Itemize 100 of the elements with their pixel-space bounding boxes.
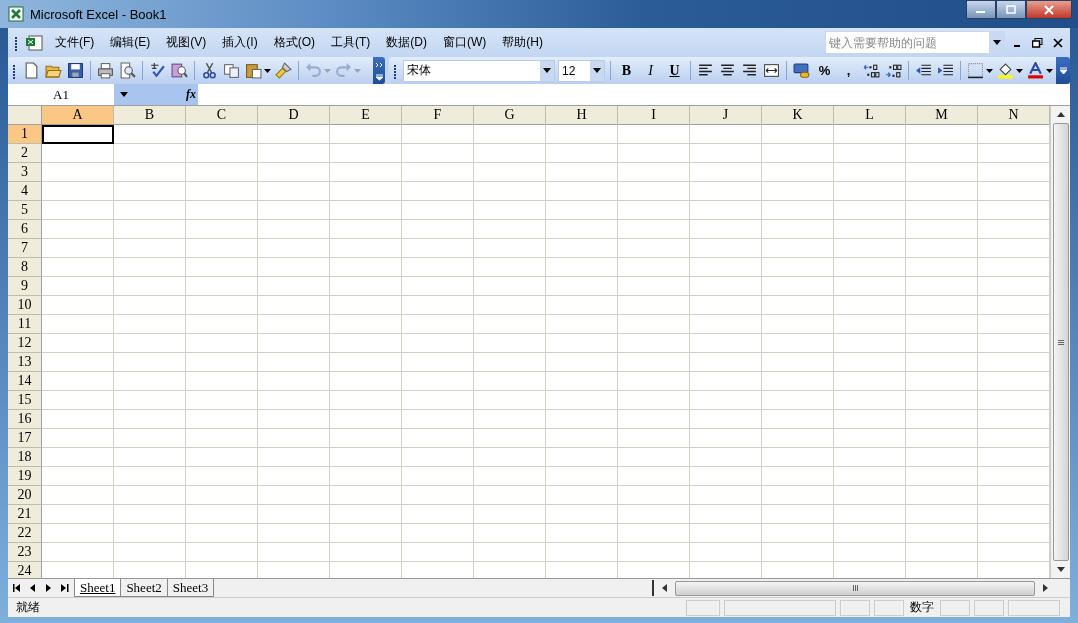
table-cell[interactable] (546, 125, 618, 144)
row-header[interactable]: 10 (8, 296, 42, 315)
table-cell[interactable] (474, 334, 546, 353)
table-cell[interactable] (762, 391, 834, 410)
scroll-thumb[interactable] (1052, 123, 1069, 561)
table-cell[interactable] (474, 429, 546, 448)
table-cell[interactable] (402, 429, 474, 448)
table-cell[interactable] (258, 201, 330, 220)
table-cell[interactable] (762, 258, 834, 277)
table-cell[interactable] (762, 410, 834, 429)
table-cell[interactable] (762, 543, 834, 562)
scissors-icon[interactable] (200, 61, 219, 80)
table-cell[interactable] (834, 163, 906, 182)
font-color-icon[interactable] (1026, 61, 1045, 80)
table-cell[interactable] (690, 372, 762, 391)
table-cell[interactable] (762, 201, 834, 220)
table-cell[interactable] (330, 182, 402, 201)
sheet-tab[interactable]: Sheet3 (166, 579, 215, 597)
table-cell[interactable] (618, 467, 690, 486)
table-cell[interactable] (42, 467, 114, 486)
table-cell[interactable] (186, 201, 258, 220)
paste-icon[interactable] (244, 61, 263, 80)
table-cell[interactable] (762, 125, 834, 144)
table-cell[interactable] (906, 505, 978, 524)
table-cell[interactable] (618, 182, 690, 201)
table-cell[interactable] (690, 201, 762, 220)
table-cell[interactable] (618, 543, 690, 562)
table-cell[interactable] (762, 144, 834, 163)
table-cell[interactable] (186, 258, 258, 277)
table-cell[interactable] (834, 144, 906, 163)
table-cell[interactable] (834, 410, 906, 429)
table-cell[interactable] (762, 505, 834, 524)
table-cell[interactable] (402, 467, 474, 486)
table-cell[interactable] (618, 315, 690, 334)
row-header[interactable]: 16 (8, 410, 42, 429)
table-cell[interactable] (546, 353, 618, 372)
table-cell[interactable] (330, 429, 402, 448)
table-cell[interactable] (258, 372, 330, 391)
table-cell[interactable] (690, 239, 762, 258)
table-cell[interactable] (114, 467, 186, 486)
maximize-button[interactable] (996, 0, 1026, 19)
table-cell[interactable] (546, 524, 618, 543)
table-cell[interactable] (834, 239, 906, 258)
row-header[interactable]: 11 (8, 315, 42, 334)
table-cell[interactable] (114, 543, 186, 562)
table-cell[interactable] (258, 353, 330, 372)
table-cell[interactable] (690, 467, 762, 486)
currency-icon[interactable] (792, 61, 811, 80)
column-header[interactable]: E (330, 106, 402, 125)
restore-icon[interactable] (1032, 37, 1043, 48)
table-cell[interactable] (186, 372, 258, 391)
paintbrush-icon[interactable] (274, 61, 293, 80)
table-cell[interactable] (762, 277, 834, 296)
number-format-button[interactable]: % (814, 60, 835, 81)
merge-center-icon[interactable] (762, 61, 781, 80)
row-header[interactable]: 15 (8, 391, 42, 410)
table-cell[interactable] (906, 144, 978, 163)
table-cell[interactable] (906, 372, 978, 391)
table-cell[interactable] (42, 144, 114, 163)
menu-item[interactable]: 数据(D) (380, 32, 433, 53)
help-search-field[interactable]: 键入需要帮助的问题 (825, 31, 989, 54)
table-cell[interactable] (258, 258, 330, 277)
table-cell[interactable] (186, 429, 258, 448)
table-cell[interactable] (474, 315, 546, 334)
table-cell[interactable] (906, 524, 978, 543)
table-cell[interactable] (114, 163, 186, 182)
down-arrow-icon[interactable] (1056, 567, 1065, 572)
table-cell[interactable] (330, 277, 402, 296)
table-cell[interactable] (906, 163, 978, 182)
toolbar-options-button[interactable] (373, 57, 385, 84)
table-cell[interactable] (762, 334, 834, 353)
table-cell[interactable] (330, 125, 402, 144)
table-cell[interactable] (546, 144, 618, 163)
next-sheet-icon[interactable] (45, 584, 52, 592)
menu-item[interactable]: 窗口(W) (437, 32, 493, 53)
table-cell[interactable] (906, 258, 978, 277)
table-cell[interactable] (546, 429, 618, 448)
row-header[interactable]: 4 (8, 182, 42, 201)
table-cell[interactable] (546, 391, 618, 410)
table-cell[interactable] (114, 144, 186, 163)
table-cell[interactable] (42, 448, 114, 467)
table-cell[interactable] (402, 258, 474, 277)
column-header[interactable]: C (186, 106, 258, 125)
table-cell[interactable] (258, 505, 330, 524)
table-cell[interactable] (42, 201, 114, 220)
table-cell[interactable] (474, 239, 546, 258)
vertical-scrollbar[interactable] (1050, 106, 1070, 578)
table-cell[interactable] (474, 163, 546, 182)
table-cell[interactable] (402, 277, 474, 296)
table-cell[interactable] (906, 543, 978, 562)
table-cell[interactable] (114, 524, 186, 543)
table-cell[interactable] (114, 429, 186, 448)
research-icon[interactable] (170, 61, 189, 80)
table-cell[interactable] (186, 486, 258, 505)
table-cell[interactable] (114, 334, 186, 353)
caret-icon[interactable] (120, 92, 128, 97)
column-header[interactable]: B (114, 106, 186, 125)
table-cell[interactable] (42, 429, 114, 448)
table-cell[interactable] (546, 258, 618, 277)
table-cell[interactable] (258, 467, 330, 486)
